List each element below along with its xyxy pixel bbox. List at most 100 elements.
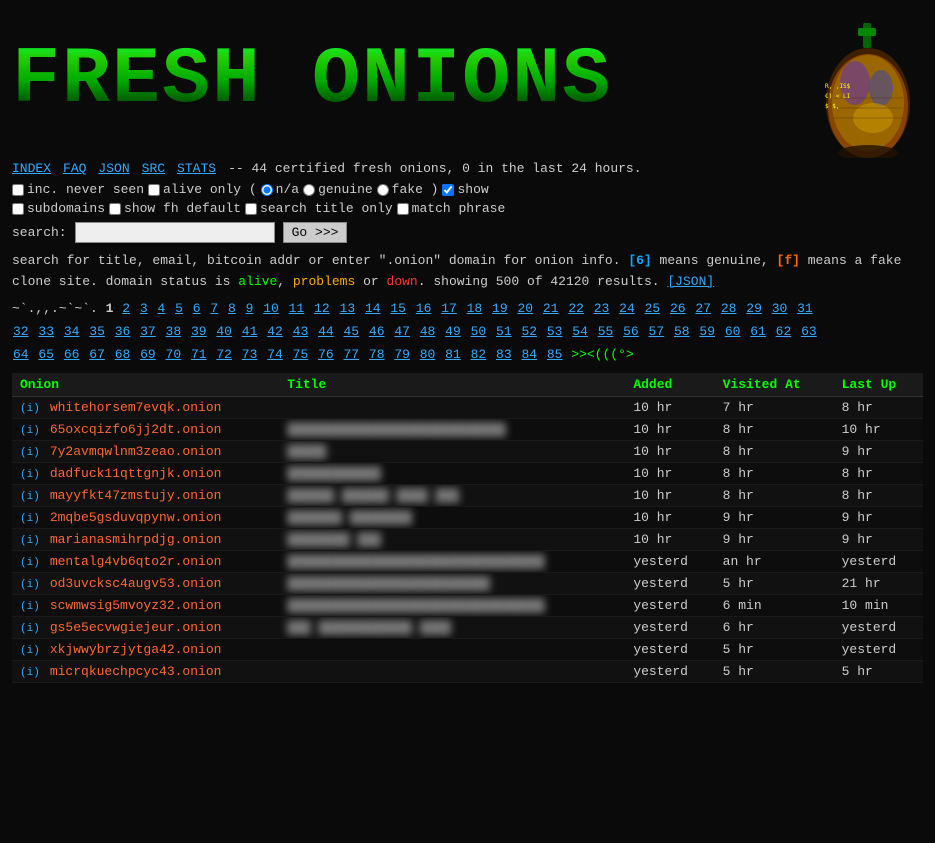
page-76[interactable]: 76 <box>318 347 334 362</box>
onion-address-link[interactable]: scwmwsig5mvoyz32.onion <box>50 598 222 613</box>
onion-address-link[interactable]: whitehorsem7evqk.onion <box>50 400 222 415</box>
search-title-checkbox[interactable] <box>245 203 257 215</box>
row-info-link[interactable]: (i) <box>20 535 40 547</box>
page-20[interactable]: 20 <box>517 301 533 316</box>
page-63[interactable]: 63 <box>801 324 817 339</box>
nav-faq[interactable]: FAQ <box>63 161 86 176</box>
page-80[interactable]: 80 <box>420 347 436 362</box>
onion-address-link[interactable]: mentalg4vb6qto2r.onion <box>50 554 222 569</box>
row-info-link[interactable]: (i) <box>20 513 40 525</box>
page-25[interactable]: 25 <box>645 301 661 316</box>
page-11[interactable]: 11 <box>289 301 305 316</box>
page-5[interactable]: 5 <box>175 301 183 316</box>
page-21[interactable]: 21 <box>543 301 559 316</box>
inc-never-seen-checkbox[interactable] <box>12 184 24 196</box>
page-74[interactable]: 74 <box>267 347 283 362</box>
page-35[interactable]: 35 <box>89 324 105 339</box>
row-info-link[interactable]: (i) <box>20 447 40 459</box>
row-info-link[interactable]: (i) <box>20 403 40 415</box>
page-71[interactable]: 71 <box>191 347 207 362</box>
page-78[interactable]: 78 <box>369 347 385 362</box>
row-info-link[interactable]: (i) <box>20 645 40 657</box>
opt-inc-never-seen[interactable]: inc. never seen <box>12 182 144 197</box>
onion-address-link[interactable]: micrqkuechpcyc43.onion <box>50 664 222 679</box>
search-button[interactable]: Go >>> <box>283 222 348 243</box>
page-7[interactable]: 7 <box>210 301 218 316</box>
page-50[interactable]: 50 <box>471 324 487 339</box>
page-4[interactable]: 4 <box>158 301 166 316</box>
page-60[interactable]: 60 <box>725 324 741 339</box>
row-info-link[interactable]: (i) <box>20 623 40 635</box>
page-12[interactable]: 12 <box>314 301 330 316</box>
page-66[interactable]: 66 <box>64 347 80 362</box>
nav-src[interactable]: SRC <box>142 161 165 176</box>
subdomains-checkbox[interactable] <box>12 203 24 215</box>
page-51[interactable]: 51 <box>496 324 512 339</box>
row-info-link[interactable]: (i) <box>20 469 40 481</box>
radio-genuine[interactable] <box>303 184 315 196</box>
onion-address-link[interactable]: od3uvcksc4augv53.onion <box>50 576 222 591</box>
onion-address-link[interactable]: 7y2avmqwlnm3zeao.onion <box>50 444 222 459</box>
results-json-link[interactable]: [JSON] <box>667 274 714 289</box>
page-55[interactable]: 55 <box>598 324 614 339</box>
page-15[interactable]: 15 <box>390 301 406 316</box>
page-34[interactable]: 34 <box>64 324 80 339</box>
page-27[interactable]: 27 <box>695 301 711 316</box>
page-59[interactable]: 59 <box>699 324 715 339</box>
opt-subdomains[interactable]: subdomains <box>12 201 105 216</box>
page-56[interactable]: 56 <box>623 324 639 339</box>
page-30[interactable]: 30 <box>772 301 788 316</box>
row-info-link[interactable]: (i) <box>20 557 40 569</box>
page-42[interactable]: 42 <box>267 324 283 339</box>
radio-fake[interactable] <box>377 184 389 196</box>
page-84[interactable]: 84 <box>521 347 537 362</box>
opt-radio-fake[interactable]: fake ) <box>377 182 439 197</box>
page-23[interactable]: 23 <box>594 301 610 316</box>
page-14[interactable]: 14 <box>365 301 381 316</box>
page-48[interactable]: 48 <box>420 324 436 339</box>
row-info-link[interactable]: (i) <box>20 601 40 613</box>
page-36[interactable]: 36 <box>115 324 131 339</box>
page-54[interactable]: 54 <box>572 324 588 339</box>
page-61[interactable]: 61 <box>750 324 766 339</box>
page-38[interactable]: 38 <box>166 324 182 339</box>
page-85[interactable]: 85 <box>547 347 563 362</box>
page-53[interactable]: 53 <box>547 324 563 339</box>
page-73[interactable]: 73 <box>242 347 258 362</box>
page-83[interactable]: 83 <box>496 347 512 362</box>
page-8[interactable]: 8 <box>228 301 236 316</box>
page-13[interactable]: 13 <box>340 301 356 316</box>
page-64[interactable]: 64 <box>13 347 29 362</box>
page-44[interactable]: 44 <box>318 324 334 339</box>
nav-index[interactable]: INDEX <box>12 161 51 176</box>
onion-address-link[interactable]: xkjwwybrzjytga42.onion <box>50 642 222 657</box>
row-info-link[interactable]: (i) <box>20 425 40 437</box>
page-82[interactable]: 82 <box>471 347 487 362</box>
page-57[interactable]: 57 <box>649 324 665 339</box>
page-49[interactable]: 49 <box>445 324 461 339</box>
onion-address-link[interactable]: mayyfkt47zmstujy.onion <box>50 488 222 503</box>
page-24[interactable]: 24 <box>619 301 635 316</box>
opt-search-title[interactable]: search title only <box>245 201 393 216</box>
page-69[interactable]: 69 <box>140 347 156 362</box>
page-2[interactable]: 2 <box>122 301 130 316</box>
page-65[interactable]: 65 <box>38 347 54 362</box>
page-29[interactable]: 29 <box>746 301 762 316</box>
page-47[interactable]: 47 <box>394 324 410 339</box>
page-52[interactable]: 52 <box>521 324 537 339</box>
page-81[interactable]: 81 <box>445 347 461 362</box>
page-43[interactable]: 43 <box>293 324 309 339</box>
onion-address-link[interactable]: 2mqbe5gsduvqpynw.onion <box>50 510 222 525</box>
page-72[interactable]: 72 <box>216 347 232 362</box>
page-28[interactable]: 28 <box>721 301 737 316</box>
page-18[interactable]: 18 <box>467 301 483 316</box>
onion-address-link[interactable]: dadfuck11qttgnjk.onion <box>50 466 222 481</box>
page-33[interactable]: 33 <box>38 324 54 339</box>
page-68[interactable]: 68 <box>115 347 131 362</box>
opt-show[interactable]: show <box>442 182 488 197</box>
show-checkbox[interactable] <box>442 184 454 196</box>
page-39[interactable]: 39 <box>191 324 207 339</box>
page-32[interactable]: 32 <box>13 324 29 339</box>
page-41[interactable]: 41 <box>242 324 258 339</box>
opt-alive-only[interactable]: alive only ( <box>148 182 257 197</box>
